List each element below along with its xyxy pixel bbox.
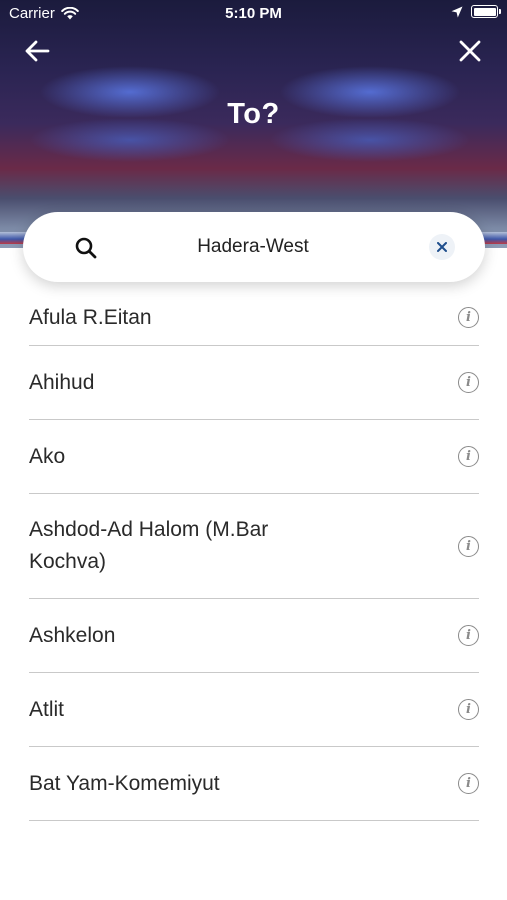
info-icon[interactable]: i [458, 307, 479, 328]
info-icon[interactable]: i [458, 535, 479, 557]
arrow-left-icon [25, 40, 50, 62]
station-list: Afula R.Eitan i Ahihud i Ako i Ashdod-Ad… [29, 290, 479, 821]
station-name: Ahihud [29, 370, 95, 394]
station-row[interactable]: Ashdod-Ad Halom (M.Bar Kochva) i [29, 494, 479, 599]
info-icon[interactable]: i [458, 699, 479, 720]
clear-icon [437, 242, 447, 252]
station-name: Atlit [29, 697, 65, 721]
station-name: Ashdod-Ad Halom (M.Bar Kochva) [29, 518, 269, 573]
station-row[interactable]: Atlit i [29, 673, 479, 747]
close-icon [459, 40, 481, 62]
status-time: 5:10 PM [225, 5, 282, 22]
page-title: To? [227, 98, 280, 130]
status-right [451, 5, 501, 18]
info-icon[interactable]: i [458, 372, 479, 393]
location-arrow-icon [451, 6, 463, 17]
info-icon[interactable]: i [458, 625, 479, 646]
back-button[interactable] [20, 34, 54, 68]
station-row[interactable]: Ahihud i [29, 346, 479, 420]
station-name: Bat Yam-Komemiyut [29, 771, 220, 795]
station-name: Afula R.Eitan [29, 305, 152, 329]
close-button[interactable] [453, 34, 487, 68]
battery-icon [471, 5, 501, 18]
station-row[interactable]: Afula R.Eitan i [29, 290, 479, 346]
status-bar: Carrier 5:10 PM [0, 0, 507, 26]
search-input[interactable] [113, 230, 393, 264]
station-name: Ako [29, 444, 66, 468]
station-name: Ashkelon [29, 623, 116, 647]
info-icon[interactable]: i [458, 446, 479, 467]
station-row[interactable]: Bat Yam-Komemiyut i [29, 747, 479, 821]
station-row[interactable]: Ako i [29, 420, 479, 494]
clear-search-button[interactable] [429, 234, 455, 260]
station-row[interactable]: Ashkelon i [29, 599, 479, 673]
info-icon[interactable]: i [458, 773, 479, 794]
search-icon [75, 237, 97, 259]
search-bar [23, 212, 485, 282]
